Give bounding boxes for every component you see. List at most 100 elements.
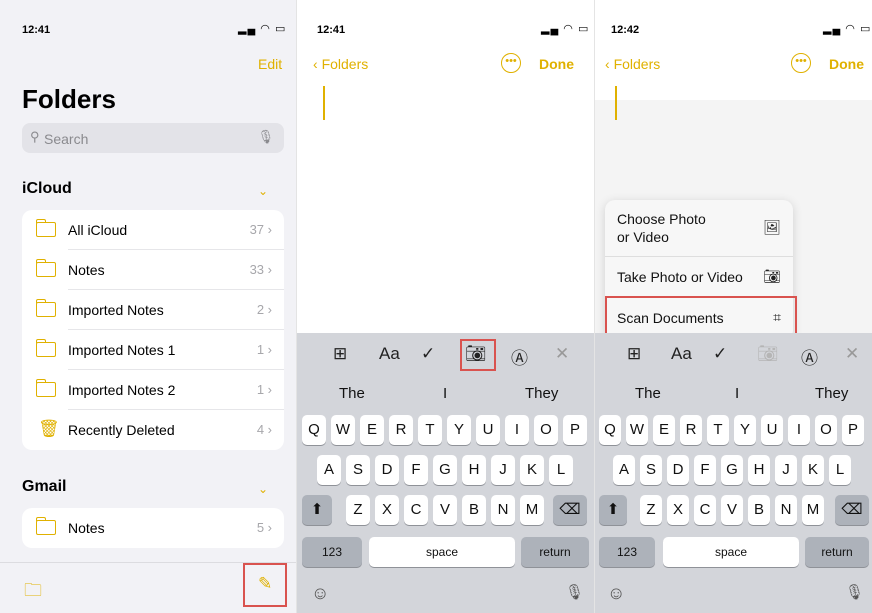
list-item[interactable]: 🗑︎ Recently Deleted 4 ›: [22, 410, 284, 450]
key[interactable]: M: [802, 495, 824, 525]
key[interactable]: H: [462, 455, 486, 485]
key[interactable]: L: [829, 455, 851, 485]
key[interactable]: B: [462, 495, 486, 525]
key[interactable]: D: [667, 455, 689, 485]
key[interactable]: P: [842, 415, 864, 445]
key[interactable]: X: [667, 495, 689, 525]
key[interactable]: W: [626, 415, 648, 445]
key[interactable]: E: [360, 415, 384, 445]
key[interactable]: X: [375, 495, 399, 525]
back-button[interactable]: ‹ Folders: [313, 56, 368, 72]
back-button[interactable]: ‹ Folders: [605, 56, 660, 72]
table-icon[interactable]: ⊞: [333, 344, 347, 364]
done-button[interactable]: Done: [829, 56, 864, 72]
format-button[interactable]: Aa: [671, 344, 692, 364]
key[interactable]: J: [775, 455, 797, 485]
space-key[interactable]: space: [663, 537, 799, 567]
key[interactable]: T: [418, 415, 442, 445]
emoji-icon[interactable]: ☺: [311, 583, 329, 604]
key[interactable]: J: [491, 455, 515, 485]
emoji-icon[interactable]: ☺: [607, 583, 625, 604]
more-icon[interactable]: •••: [501, 53, 521, 73]
key[interactable]: Q: [302, 415, 326, 445]
return-key[interactable]: return: [521, 537, 589, 567]
markup-icon[interactable]: Ⓐ: [801, 344, 818, 369]
format-button[interactable]: Aa: [379, 344, 400, 364]
list-item[interactable]: Notes 5 ›: [22, 508, 284, 548]
space-key[interactable]: space: [369, 537, 515, 567]
key[interactable]: O: [534, 415, 558, 445]
section-header-gmail[interactable]: Gmail: [22, 478, 66, 496]
key[interactable]: C: [404, 495, 428, 525]
delete-icon[interactable]: ⌫: [835, 495, 869, 525]
key[interactable]: N: [491, 495, 515, 525]
section-header-icloud[interactable]: iCloud: [22, 180, 72, 198]
key[interactable]: I: [505, 415, 529, 445]
camera-icon[interactable]: 📷︎: [757, 344, 779, 364]
suggestion[interactable]: The: [635, 385, 661, 402]
key[interactable]: W: [331, 415, 355, 445]
numbers-key[interactable]: 123: [599, 537, 655, 567]
key[interactable]: V: [433, 495, 457, 525]
key[interactable]: S: [640, 455, 662, 485]
key[interactable]: D: [375, 455, 399, 485]
table-icon[interactable]: ⊞: [627, 344, 641, 364]
delete-icon[interactable]: ⌫: [553, 495, 587, 525]
mic-icon[interactable]: 🎙︎: [845, 583, 864, 601]
search-input[interactable]: ⚲ Search 🎙︎: [22, 123, 284, 153]
mic-icon[interactable]: 🎙︎: [257, 129, 274, 145]
list-item[interactable]: Imported Notes 1 1 ›: [22, 330, 284, 370]
key[interactable]: N: [775, 495, 797, 525]
key[interactable]: R: [680, 415, 702, 445]
done-button[interactable]: Done: [539, 56, 574, 72]
suggestion[interactable]: I: [735, 385, 739, 402]
key[interactable]: O: [815, 415, 837, 445]
return-key[interactable]: return: [805, 537, 869, 567]
chevron-down-icon[interactable]: ⌄: [258, 482, 268, 496]
key[interactable]: E: [653, 415, 675, 445]
key[interactable]: A: [317, 455, 341, 485]
checklist-icon[interactable]: ✓: [713, 344, 727, 364]
key[interactable]: H: [748, 455, 770, 485]
key[interactable]: A: [613, 455, 635, 485]
checklist-icon[interactable]: ✓: [421, 344, 435, 364]
close-icon[interactable]: ✕: [845, 344, 859, 364]
suggestion[interactable]: I: [443, 385, 447, 402]
key[interactable]: M: [520, 495, 544, 525]
key[interactable]: L: [549, 455, 573, 485]
key[interactable]: F: [404, 455, 428, 485]
key[interactable]: R: [389, 415, 413, 445]
key[interactable]: Q: [599, 415, 621, 445]
chevron-down-icon[interactable]: ⌄: [258, 184, 268, 198]
list-item[interactable]: All iCloud 37 ›: [22, 210, 284, 250]
key[interactable]: S: [346, 455, 370, 485]
mic-icon[interactable]: 🎙︎: [565, 583, 584, 601]
key[interactable]: Z: [346, 495, 370, 525]
shift-icon[interactable]: ⬆: [599, 495, 627, 525]
suggestion[interactable]: They: [815, 385, 848, 402]
list-item[interactable]: Imported Notes 2 ›: [22, 290, 284, 330]
list-item[interactable]: Notes 33 ›: [22, 250, 284, 290]
key[interactable]: B: [748, 495, 770, 525]
compose-icon[interactable]: ✎: [258, 574, 272, 594]
new-folder-icon[interactable]: 🗀: [24, 578, 42, 608]
key[interactable]: G: [721, 455, 743, 485]
key[interactable]: V: [721, 495, 743, 525]
key[interactable]: P: [563, 415, 587, 445]
markup-icon[interactable]: Ⓐ: [511, 344, 528, 369]
list-item[interactable]: Imported Notes 2 1 ›: [22, 370, 284, 410]
key[interactable]: U: [761, 415, 783, 445]
key[interactable]: C: [694, 495, 716, 525]
key[interactable]: Y: [447, 415, 471, 445]
suggestion[interactable]: The: [339, 385, 365, 402]
shift-icon[interactable]: ⬆: [302, 495, 332, 525]
more-icon[interactable]: •••: [791, 53, 811, 73]
close-icon[interactable]: ✕: [555, 344, 569, 364]
key[interactable]: Z: [640, 495, 662, 525]
edit-button[interactable]: Edit: [258, 56, 282, 72]
key[interactable]: K: [802, 455, 824, 485]
key[interactable]: K: [520, 455, 544, 485]
numbers-key[interactable]: 123: [302, 537, 362, 567]
key[interactable]: F: [694, 455, 716, 485]
key[interactable]: G: [433, 455, 457, 485]
